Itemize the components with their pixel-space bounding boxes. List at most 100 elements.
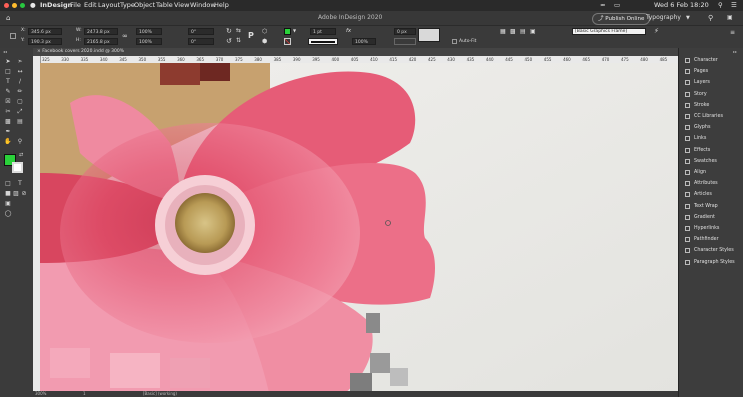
stroke-type-dropdown[interactable] [308, 38, 338, 45]
object-style-dropdown[interactable]: [Basic Graphics Frame] [572, 28, 646, 35]
flip-horizontal-icon[interactable]: ⇆ [236, 27, 241, 34]
zoom-window-button[interactable] [20, 3, 25, 8]
eyedropper-tool-icon[interactable]: ✒ [4, 128, 12, 135]
fitting-frame-icon[interactable]: ▦ [500, 28, 506, 35]
apple-menu-icon[interactable]: ● [30, 0, 36, 11]
offset-field[interactable]: 0 px [394, 28, 416, 35]
stroke-swatch[interactable] [284, 38, 291, 45]
paragraph-icon[interactable]: P [248, 31, 254, 40]
panel-item[interactable]: Pages [679, 67, 743, 77]
type-tool-icon[interactable]: T [4, 78, 12, 85]
gap-tool-icon[interactable]: ↔ [16, 68, 24, 75]
search-icon[interactable]: ⚲ [718, 0, 723, 11]
panel-item[interactable]: Pathfinder [679, 235, 743, 245]
selection-tool-icon[interactable]: ➤ [4, 58, 12, 65]
panel-item[interactable]: Align [679, 168, 743, 178]
menu-list-icon[interactable]: ☰ [731, 0, 737, 11]
menu-help[interactable]: Help [214, 0, 229, 11]
panel-item[interactable]: Layers [679, 78, 743, 88]
fitting-fill-icon[interactable]: ▣ [530, 28, 536, 35]
preview-mode-icon[interactable]: ◯ [4, 210, 12, 217]
menu-table[interactable]: Table [156, 0, 173, 11]
scale-y-field[interactable]: 100% [136, 38, 162, 45]
panel-item[interactable]: Hyperlinks [679, 224, 743, 234]
apply-none-icon[interactable]: ⊘ [20, 190, 28, 197]
rotate-90-cw-icon[interactable]: ↻ [226, 27, 232, 35]
swap-colors-icon[interactable]: ⇄ [19, 152, 23, 158]
menu-view[interactable]: View [174, 0, 189, 11]
fx-icon[interactable]: fx [346, 28, 351, 34]
free-transform-tool-icon[interactable]: ⤢ [16, 108, 24, 115]
opacity-field[interactable]: 100% [352, 38, 376, 45]
zoom-tool-icon[interactable]: ⚲ [16, 138, 24, 145]
panel-item[interactable]: Story [679, 90, 743, 100]
note-tool-icon[interactable]: ▤ [16, 118, 24, 125]
panel-menu-icon[interactable]: ≡ [730, 29, 735, 36]
document-canvas[interactable] [40, 63, 678, 397]
pencil-tool-icon[interactable]: ✏ [16, 88, 24, 95]
preflight-profile[interactable]: [Basic] (working) [143, 391, 177, 397]
search-icon[interactable]: ⚲ [708, 11, 713, 25]
publish-online-button[interactable]: ⤴ Publish Online [592, 13, 651, 25]
stroke-weight-field[interactable]: 1 pt [310, 28, 336, 35]
selection-content-icon[interactable]: ⬢ [262, 38, 267, 45]
panel-item[interactable]: Effects [679, 146, 743, 156]
direct-selection-tool-icon[interactable]: ➣ [16, 58, 24, 65]
panel-item[interactable]: CC Libraries [679, 112, 743, 122]
menu-clock[interactable]: Wed 6 Feb 18:20 [654, 0, 709, 11]
scale-x-field[interactable]: 100% [136, 28, 162, 35]
rectangle-tool-icon[interactable]: ▢ [16, 98, 24, 105]
gradient-tool-icon[interactable]: ▩ [4, 118, 12, 125]
battery-icon[interactable]: ▭ [614, 0, 620, 11]
menu-type[interactable]: Type [120, 0, 135, 11]
rotation-angle-field[interactable]: 0° [188, 28, 214, 35]
menu-object[interactable]: Object [134, 0, 155, 11]
flower-image[interactable] [40, 63, 678, 397]
screen-mode-icon[interactable]: ▣ [4, 200, 12, 207]
page-number[interactable]: 1 [83, 391, 86, 397]
stroke-color-swatch[interactable] [12, 162, 23, 173]
formatting-text-icon[interactable]: T [16, 180, 24, 187]
panel-item[interactable]: Text Wrap [679, 202, 743, 212]
fill-swatch[interactable] [284, 28, 291, 35]
apply-color-icon[interactable]: ■ [4, 190, 12, 197]
menu-file[interactable]: File [70, 0, 81, 11]
zoom-level[interactable]: 300% [35, 391, 46, 397]
document-tab[interactable]: × Facebook covers 2020.indd @ 300% [37, 48, 124, 56]
flip-vertical-icon[interactable]: ⇅ [236, 37, 241, 44]
scissors-tool-icon[interactable]: ✂ [4, 108, 12, 115]
reference-point-icon[interactable] [10, 33, 16, 39]
pen-tool-icon[interactable]: ✎ [4, 88, 12, 95]
panel-item[interactable]: Character [679, 56, 743, 66]
panel-item[interactable]: Paragraph Styles [679, 258, 743, 268]
fullscreen-icon[interactable]: ▣ [727, 11, 733, 25]
panel-item[interactable]: Stroke [679, 101, 743, 111]
panel-item[interactable]: Links [679, 134, 743, 144]
workspace-switcher[interactable]: Typography [646, 11, 681, 25]
height-field[interactable]: 2165.8 px [84, 38, 118, 45]
fitting-center-icon[interactable]: ▤ [520, 28, 526, 35]
minimize-window-button[interactable] [12, 3, 17, 8]
panel-item[interactable]: Gradient [679, 213, 743, 223]
x-field[interactable]: 345.6 px [28, 28, 62, 35]
menu-layout[interactable]: Layout [98, 0, 120, 11]
text-wrap-buttons[interactable] [394, 38, 416, 45]
autofit-checkbox[interactable] [452, 39, 457, 44]
width-field[interactable]: 2473.8 px [84, 28, 118, 35]
fitting-content-icon[interactable]: ▩ [510, 28, 516, 35]
formatting-container-icon[interactable]: □ [4, 180, 12, 187]
home-icon[interactable]: ⌂ [6, 11, 10, 25]
selection-container-icon[interactable]: ⬡ [262, 28, 267, 35]
hand-tool-icon[interactable]: ✋ [4, 138, 12, 145]
rectangle-frame-tool-icon[interactable]: ☒ [4, 98, 12, 105]
panel-item[interactable]: Attributes [679, 179, 743, 189]
line-tool-icon[interactable]: ∕ [16, 78, 24, 85]
panel-item[interactable]: Swatches [679, 157, 743, 167]
menu-app-name[interactable]: InDesign [40, 0, 72, 11]
quick-apply-icon[interactable]: ⚡ [654, 27, 659, 35]
page-tool-icon[interactable]: □ [4, 68, 12, 75]
chevron-down-icon[interactable]: ▼ [686, 11, 690, 25]
collapse-panel-icon[interactable]: ◂◂ [3, 49, 7, 54]
apply-gradient-icon[interactable]: ▨ [12, 190, 20, 197]
drop-shadow-preview[interactable] [418, 28, 440, 42]
